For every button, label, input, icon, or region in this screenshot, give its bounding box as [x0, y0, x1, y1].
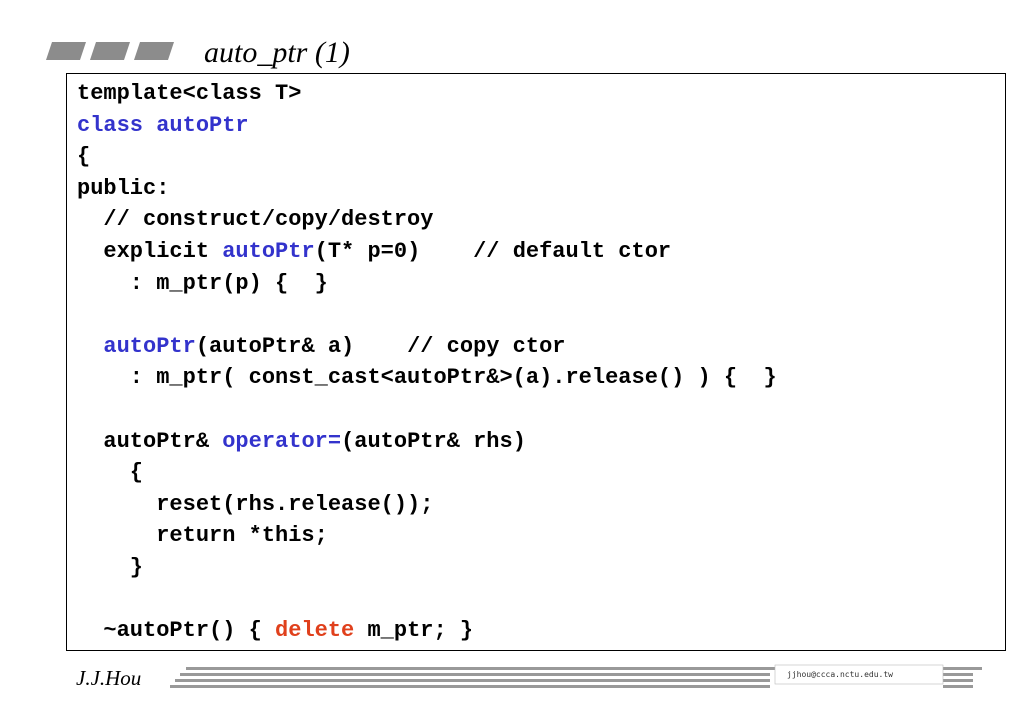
email-footer: jjhou@ccca.nctu.edu.tw [787, 670, 893, 679]
footer-rule-icon [170, 664, 982, 688]
